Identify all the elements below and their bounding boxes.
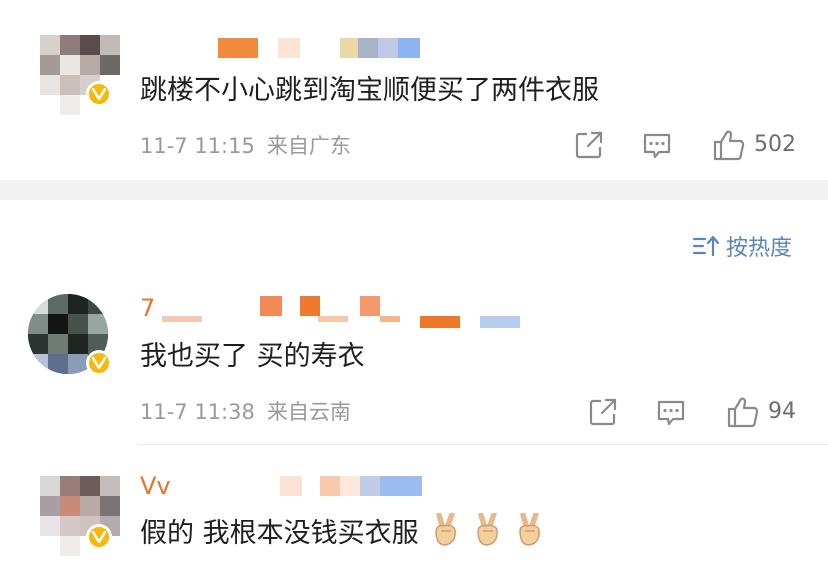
location: 来自云南 xyxy=(266,400,351,424)
sort-label: 按热度 xyxy=(726,236,793,261)
comment-text-body: 假的 我根本没钱买衣服 xyxy=(140,518,419,549)
like-button[interactable]: 502 xyxy=(712,128,796,162)
comment-icon xyxy=(657,400,685,426)
timestamp: 11-7 11:38 xyxy=(140,400,255,424)
username-mosaic[interactable] xyxy=(218,38,438,60)
share-button[interactable] xyxy=(588,397,618,427)
verified-badge-icon xyxy=(86,81,112,107)
section-divider xyxy=(0,180,828,200)
reply-button[interactable] xyxy=(642,131,672,161)
reply-button[interactable] xyxy=(656,398,686,428)
username-mosaic[interactable]: Vv xyxy=(140,472,440,500)
victory-hand-emoji xyxy=(473,511,503,556)
username-visible: 7 xyxy=(140,294,156,322)
share-icon xyxy=(589,398,617,426)
username-mosaic[interactable]: 7 xyxy=(140,294,540,328)
share-icon xyxy=(575,131,603,159)
like-count: 94 xyxy=(768,399,796,424)
thumbs-up-icon xyxy=(713,130,745,161)
like-count: 502 xyxy=(754,132,796,157)
sort-icon xyxy=(692,235,720,257)
comment-text: 我也买了 买的寿衣 xyxy=(140,341,365,372)
share-button[interactable] xyxy=(574,130,604,160)
verified-badge-icon xyxy=(86,350,112,376)
comment-meta: 11-7 11:38 来自云南 xyxy=(140,400,351,424)
username-visible: Vv xyxy=(140,472,171,500)
comment-text: 跳楼不小心跳到淘宝顺便买了两件衣服 xyxy=(140,75,599,106)
location: 来自广东 xyxy=(266,134,351,158)
comment-icon xyxy=(643,133,671,159)
timestamp: 11-7 11:15 xyxy=(140,134,255,158)
comment-text: 假的 我根本没钱买衣服 xyxy=(140,511,545,556)
thumbs-up-icon xyxy=(727,397,759,428)
comment-meta: 11-7 11:15 来自广东 xyxy=(140,134,351,158)
victory-hand-emoji xyxy=(515,511,545,556)
victory-hand-emoji xyxy=(431,511,461,556)
sort-button[interactable]: 按热度 xyxy=(692,230,792,262)
verified-badge-icon xyxy=(86,524,112,550)
like-button[interactable]: 94 xyxy=(726,395,796,429)
comment-divider xyxy=(138,444,828,445)
